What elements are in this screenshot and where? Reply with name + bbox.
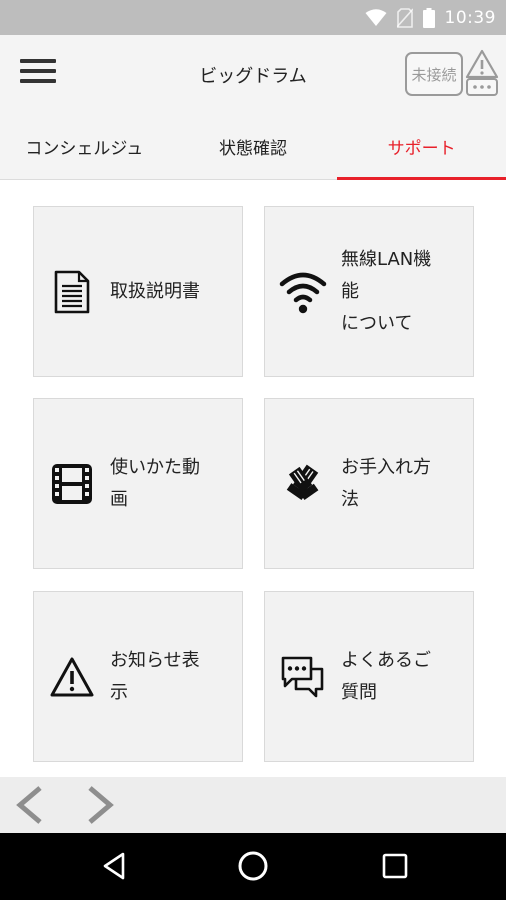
pager-bar [0,777,506,833]
chevron-right-icon[interactable] [86,785,116,825]
back-icon[interactable] [102,851,126,881]
tab-status[interactable]: 状態確認 [169,113,338,179]
tab-concierge[interactable]: コンシェルジュ [0,113,169,179]
system-nav-bar [0,833,506,900]
gloves-icon [286,464,319,500]
tab-support[interactable]: サポート [337,113,506,180]
faq-card[interactable]: よくあるご 質問 [264,591,474,762]
wifi-icon [279,272,327,313]
wireless-lan-label: 無線LAN機 能 について [341,248,432,334]
faq-label: よくあるご 質問 [341,649,431,703]
notice-label: お知らせ表 示 [110,649,200,703]
document-icon [54,270,90,313]
video-card[interactable]: 使いかた動 画 [33,398,243,569]
connection-status-badge[interactable]: 未接続 [405,52,463,96]
wireless-lan-card[interactable]: 無線LAN機 能 について [264,206,474,377]
status-bar: 10:39 [0,0,506,35]
film-icon [52,463,92,504]
chevron-left-icon[interactable] [14,785,44,825]
router-warning-icon [465,49,499,96]
no-sim-icon [396,7,413,28]
notice-card[interactable]: お知らせ表 示 [33,591,243,762]
chat-bubbles-icon [281,656,324,697]
recents-icon[interactable] [382,853,408,879]
tab-bar: コンシェルジュ 状態確認 サポート [0,113,506,180]
app-bar: ビッグドラム 未接続 [0,35,506,113]
care-card[interactable]: お手入れ方 法 [264,398,474,569]
home-icon[interactable] [237,850,269,882]
battery-icon [422,7,435,28]
manual-label: 取扱説明書 [110,280,200,302]
status-time: 10:39 [444,7,496,28]
status-icons: 10:39 [365,0,497,35]
manual-card[interactable]: 取扱説明書 [33,206,243,377]
warning-icon [50,657,94,696]
support-menu-grid: 取扱説明書 無線LAN機 能 について 使いかた動 画 お手入れ方 法 お知らせ… [0,180,506,777]
video-label: 使いかた動 画 [110,456,200,510]
wifi-icon [365,8,386,26]
care-label: お手入れ方 法 [341,456,431,510]
